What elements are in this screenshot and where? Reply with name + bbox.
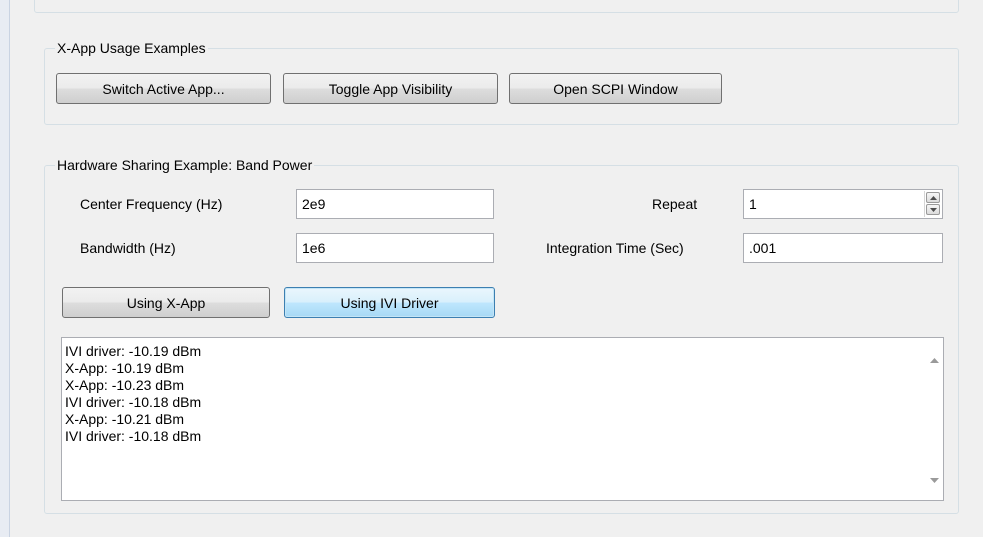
repeat-spinbox[interactable] (743, 189, 943, 219)
toggle-app-visibility-button[interactable]: Toggle App Visibility (283, 73, 498, 104)
bandwidth-input[interactable] (296, 233, 494, 263)
window-left-edge (0, 0, 10, 537)
repeat-label: Repeat (652, 196, 698, 212)
results-lines: IVI driver: -10.19 dBm X-App: -10.19 dBm… (65, 343, 201, 445)
result-line: X-App: -10.19 dBm (65, 360, 185, 376)
result-line: IVI driver: -10.18 dBm (65, 428, 202, 444)
integration-time-input[interactable] (743, 233, 943, 263)
result-line: IVI driver: -10.18 dBm (65, 394, 202, 410)
integration-time-label: Integration Time (Sec) (546, 240, 684, 256)
xapp-usage-group-title: X-App Usage Examples (55, 40, 208, 57)
open-scpi-window-button[interactable]: Open SCPI Window (509, 73, 722, 104)
result-line: X-App: -10.21 dBm (65, 411, 185, 427)
scroll-down-arrow-icon[interactable] (930, 470, 939, 486)
using-ivi-driver-button[interactable]: Using IVI Driver (284, 287, 495, 318)
spin-down-arrow-icon[interactable] (926, 204, 940, 215)
result-line: X-App: -10.23 dBm (65, 377, 185, 393)
center-frequency-input[interactable] (296, 189, 494, 219)
using-xapp-button[interactable]: Using X-App (62, 287, 270, 318)
spin-up-arrow-icon[interactable] (926, 192, 940, 203)
hardware-sharing-group-title: Hardware Sharing Example: Band Power (55, 157, 315, 174)
repeat-input[interactable] (743, 189, 943, 219)
previous-group-box (34, 0, 959, 13)
result-line: IVI driver: -10.19 dBm (65, 343, 202, 359)
scroll-up-arrow-icon[interactable] (930, 350, 939, 366)
center-frequency-label: Center Frequency (Hz) (80, 196, 223, 212)
switch-active-app-button[interactable]: Switch Active App... (56, 73, 271, 104)
results-output-area[interactable]: IVI driver: -10.19 dBm X-App: -10.19 dBm… (61, 337, 944, 501)
repeat-spin-buttons (924, 191, 941, 217)
bandwidth-label: Bandwidth (Hz) (80, 240, 176, 256)
output-vertical-scrollbar[interactable] (926, 338, 943, 500)
